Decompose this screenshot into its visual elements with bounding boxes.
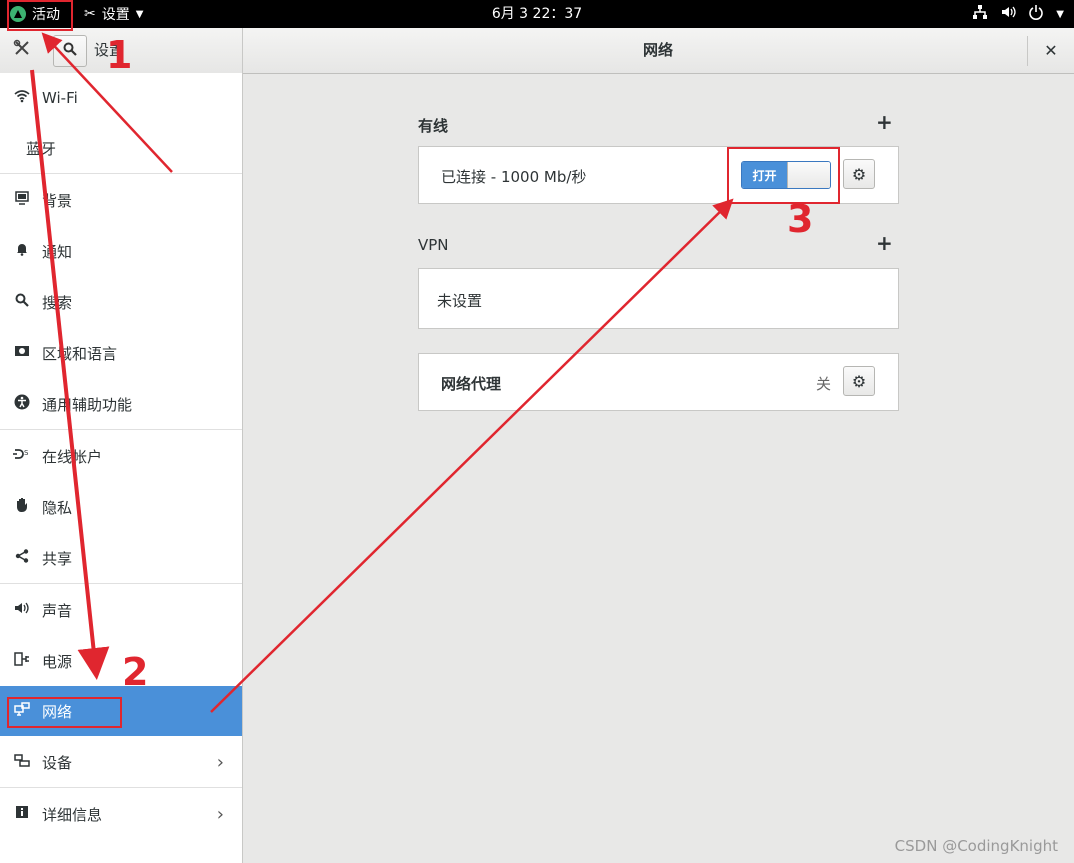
annotation-box-network (7, 697, 122, 728)
watermark: CSDN @CodingKnight (894, 837, 1058, 855)
annotation-step-1: 1 (106, 33, 133, 77)
annotation-arrows (30, 32, 734, 713)
annotation-box-activities (7, 0, 73, 31)
annotation-step-3: 3 (787, 197, 814, 241)
arrow-to-toggle (210, 198, 734, 713)
annotation-step-2: 2 (122, 650, 149, 694)
arrow-to-network (30, 69, 110, 680)
annotation-box-toggle (727, 147, 840, 204)
